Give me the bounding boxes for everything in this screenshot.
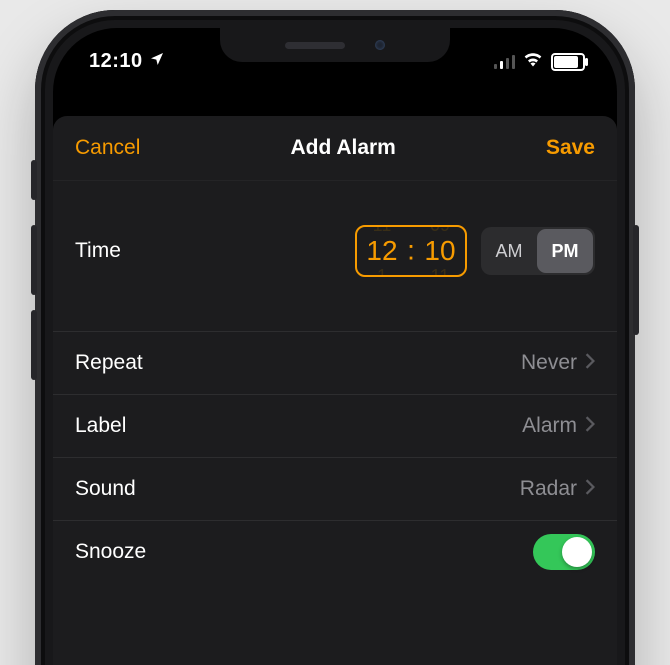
snooze-label: Snooze	[75, 540, 146, 564]
options-list: Repeat Never Label Alarm	[53, 332, 617, 583]
chevron-right-icon	[585, 414, 595, 438]
ringer-switch	[31, 160, 37, 200]
snooze-toggle[interactable]	[533, 534, 595, 570]
add-alarm-sheet: Cancel Add Alarm Save Time 11 12 1	[53, 116, 617, 665]
time-label: Time	[75, 239, 121, 263]
status-time: 12:10	[89, 50, 165, 73]
minute-value: 10	[424, 235, 455, 267]
am-option[interactable]: AM	[481, 227, 537, 275]
chevron-right-icon	[585, 351, 595, 375]
status-time-text: 12:10	[89, 50, 143, 73]
save-button[interactable]: Save	[546, 136, 595, 160]
volume-up-button	[31, 225, 37, 295]
time-section: Time 11 12 1 : 09 10	[53, 181, 617, 332]
ampm-toggle[interactable]: AM PM	[481, 227, 595, 275]
repeat-value: Never	[521, 351, 577, 375]
time-picker[interactable]: 11 12 1 : 09 10 11	[355, 225, 467, 277]
cellular-signal-icon	[494, 55, 515, 69]
label-row[interactable]: Label Alarm	[53, 395, 617, 458]
hour-column[interactable]: 11 12 1	[355, 227, 409, 275]
sound-label: Sound	[75, 477, 136, 501]
label-label: Label	[75, 414, 126, 438]
location-icon	[149, 50, 165, 73]
navbar: Cancel Add Alarm Save	[53, 116, 617, 181]
battery-icon	[551, 53, 585, 71]
minute-column[interactable]: 09 10 11	[413, 227, 467, 275]
repeat-label: Repeat	[75, 351, 143, 375]
toggle-knob	[562, 537, 592, 567]
screen: 12:10 Cancel	[53, 28, 617, 665]
page-title: Add Alarm	[290, 136, 395, 160]
wifi-icon	[523, 50, 543, 73]
pm-option[interactable]: PM	[537, 229, 593, 273]
status-bar: 12:10	[53, 38, 617, 80]
label-value: Alarm	[522, 414, 577, 438]
hour-value: 12	[366, 235, 397, 267]
phone-frame: 12:10 Cancel	[35, 10, 635, 665]
repeat-row[interactable]: Repeat Never	[53, 332, 617, 395]
chevron-right-icon	[585, 477, 595, 501]
sound-value: Radar	[520, 477, 577, 501]
volume-down-button	[31, 310, 37, 380]
cancel-button[interactable]: Cancel	[75, 136, 140, 160]
sound-row[interactable]: Sound Radar	[53, 458, 617, 521]
snooze-row: Snooze	[53, 521, 617, 583]
side-button	[633, 225, 639, 335]
